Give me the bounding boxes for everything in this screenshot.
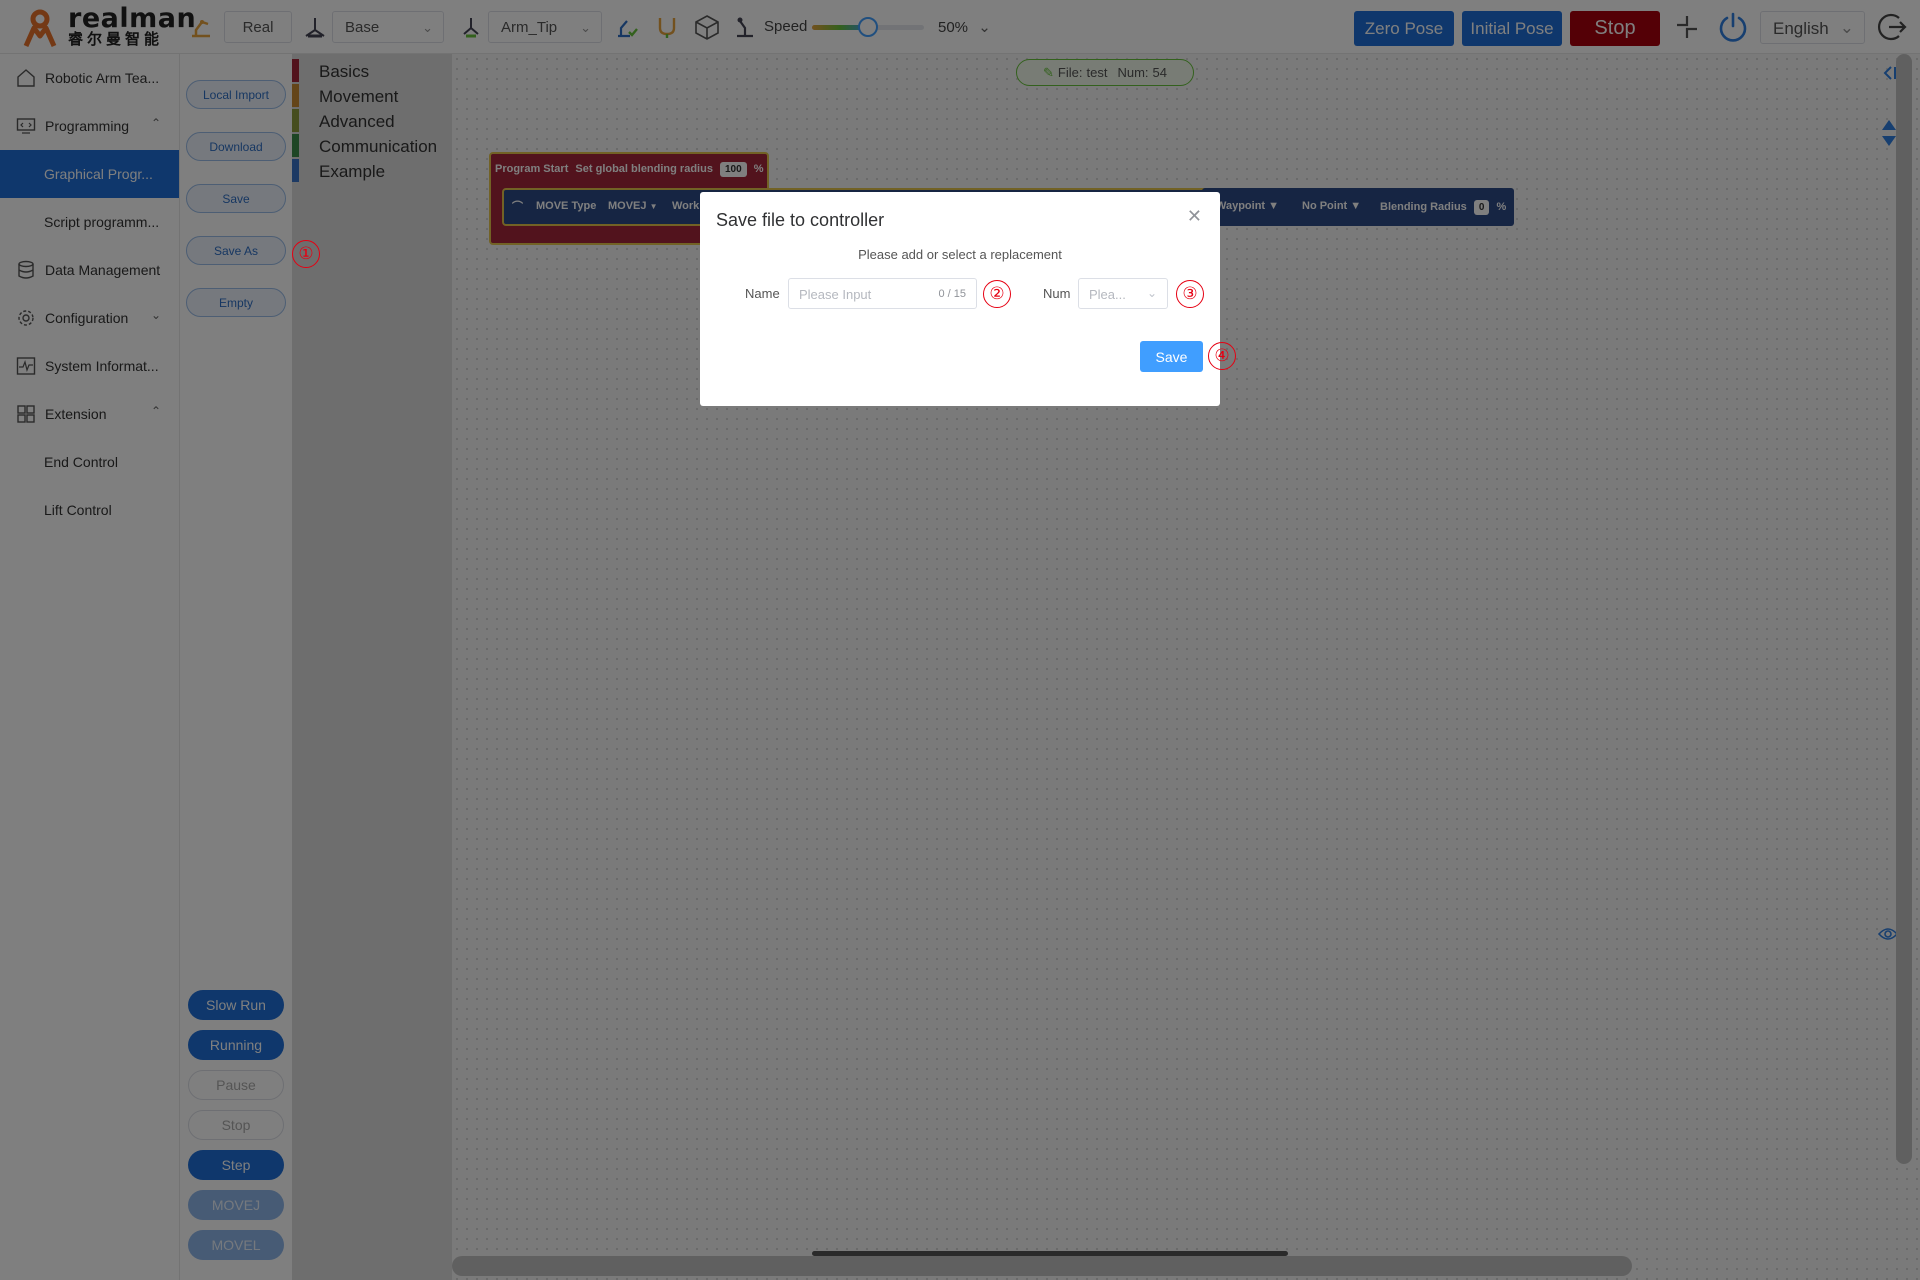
- num-field-label: Num: [1043, 286, 1071, 301]
- num-select[interactable]: Plea... ⌄: [1078, 278, 1168, 309]
- name-char-count: 0 / 15: [938, 288, 966, 300]
- annotation-marker-2: ②: [983, 280, 1011, 308]
- save-file-dialog: Save file to controller ✕ Please add or …: [700, 192, 1236, 406]
- name-input[interactable]: Please Input 0 / 15: [788, 278, 977, 309]
- dialog-save-button[interactable]: Save: [1140, 341, 1203, 372]
- name-label: Name: [745, 286, 780, 301]
- annotation-marker-4: ④: [1208, 342, 1236, 370]
- name-placeholder: Please Input: [799, 287, 872, 302]
- dialog-subtitle: Please add or select a replacement: [858, 247, 1062, 262]
- annotation-marker-3: ③: [1176, 280, 1204, 308]
- num-placeholder: Plea...: [1089, 287, 1126, 302]
- dialog-title: Save file to controller: [716, 210, 885, 230]
- chevron-down-icon: ⌄: [1146, 286, 1157, 300]
- close-icon[interactable]: ✕: [1187, 206, 1202, 227]
- annotation-marker-1: ①: [292, 240, 320, 268]
